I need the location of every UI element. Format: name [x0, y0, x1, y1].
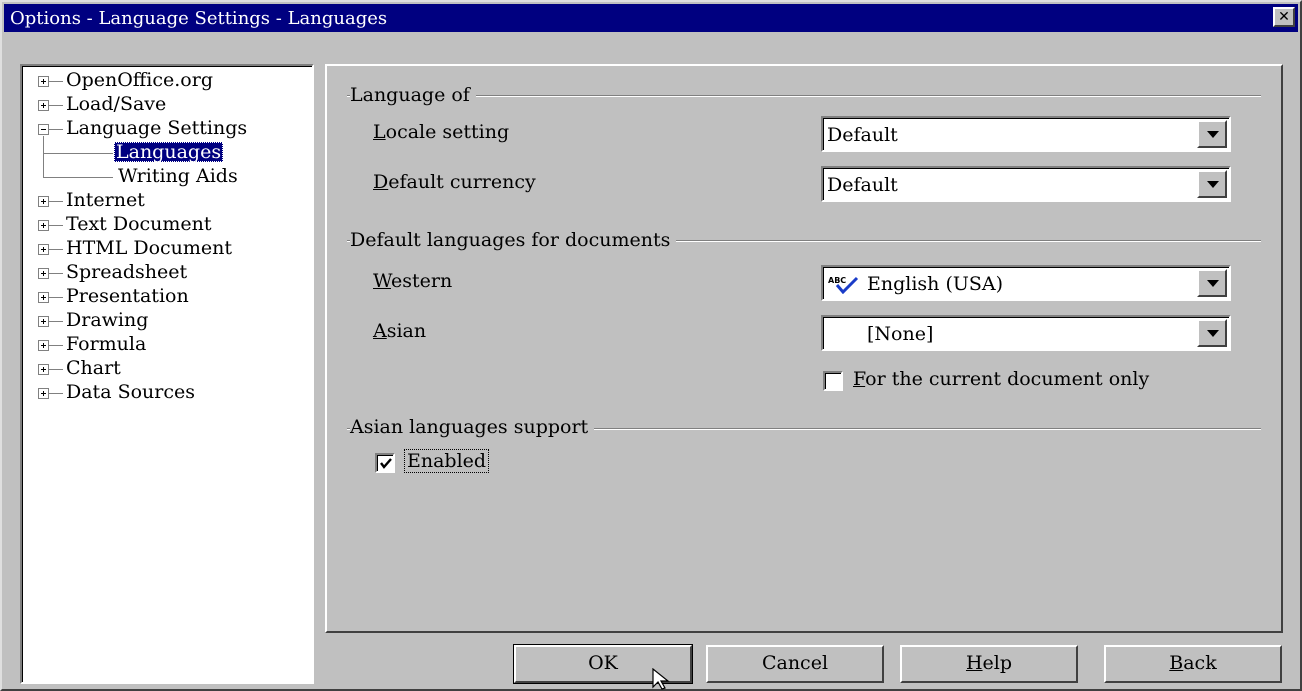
close-button[interactable]: ✕ [1273, 7, 1295, 27]
plus-box-icon[interactable] [38, 340, 49, 351]
title-bar: Options - Language Settings - Languages … [4, 4, 1298, 32]
svg-text:ABC: ABC [828, 276, 846, 285]
dropdown-arrow-icon[interactable] [1197, 170, 1227, 198]
plus-box-icon[interactable] [38, 76, 49, 87]
window-title: Options - Language Settings - Languages [10, 8, 388, 29]
dropdown-arrow-icon[interactable] [1197, 319, 1227, 347]
tree-item-languages[interactable]: Languages [22, 142, 312, 164]
tree-item-internet[interactable]: Internet [22, 190, 312, 212]
tree-item-label: Language Settings [66, 117, 248, 139]
help-button[interactable]: Help [900, 645, 1078, 683]
plus-box-icon[interactable] [38, 292, 49, 303]
tree-item-label: Data Sources [66, 381, 195, 403]
plus-box-icon[interactable] [38, 220, 49, 231]
plus-box-icon[interactable] [38, 244, 49, 255]
dropdown-arrow-icon[interactable] [1197, 269, 1227, 297]
plus-box-icon[interactable] [38, 100, 49, 111]
tree-item-label: Spreadsheet [66, 261, 188, 283]
plus-box-icon[interactable] [38, 364, 49, 375]
tree-item-label: Presentation [66, 285, 189, 307]
abc-check-icon: ABC [828, 276, 859, 294]
tree-item-label: Chart [66, 357, 121, 379]
tree-item-formula[interactable]: Formula [22, 334, 312, 356]
tree-item-data-sources[interactable]: Data Sources [22, 382, 312, 404]
back-button[interactable]: Back [1104, 645, 1282, 683]
minus-box-icon[interactable] [38, 124, 49, 135]
tree-item-html-document[interactable]: HTML Document [22, 238, 312, 260]
default-currency-select[interactable]: Default [821, 166, 1231, 202]
locale-setting-label: Locale setting [373, 121, 510, 143]
dropdown-arrow-icon[interactable] [1197, 120, 1227, 148]
tree-item-writing-aids[interactable]: Writing Aids [22, 166, 312, 188]
locale-setting-select[interactable]: Default [821, 116, 1231, 152]
tree-item-drawing[interactable]: Drawing [22, 310, 312, 332]
plus-box-icon[interactable] [38, 316, 49, 327]
tree-item-label: Formula [66, 333, 147, 355]
mouse-cursor-icon [652, 668, 670, 690]
tree-item-label: Load/Save [66, 93, 167, 115]
tree-item-label: Internet [66, 189, 145, 211]
asian-label: Asian [373, 320, 427, 342]
tree-item-chart[interactable]: Chart [22, 358, 312, 380]
tree-item-text-document[interactable]: Text Document [22, 214, 312, 236]
group-default-languages: Default languages for documents [350, 229, 677, 251]
western-language-value: English (USA) [867, 273, 1004, 295]
tree-item-spreadsheet[interactable]: Spreadsheet [22, 262, 312, 284]
tree-item-label: Writing Aids [118, 165, 238, 187]
default-currency-value: Default [827, 174, 898, 196]
options-tree[interactable]: OpenOffice.org Load/Save Language Settin… [20, 64, 314, 684]
plus-box-icon[interactable] [38, 268, 49, 279]
checkmark-icon [380, 458, 392, 469]
locale-setting-value: Default [827, 124, 898, 146]
current-document-only-label[interactable]: For the current document only [853, 368, 1149, 390]
tree-item-label: OpenOffice.org [66, 69, 213, 91]
plus-box-icon[interactable] [38, 388, 49, 399]
western-label: Western [373, 270, 453, 292]
group-language-of: Language of [350, 84, 476, 106]
default-currency-label: Default currency [373, 171, 536, 193]
group-asian-support: Asian languages support [350, 416, 595, 438]
tree-item-load-save[interactable]: Load/Save [22, 94, 312, 116]
tree-item-label: HTML Document [66, 237, 233, 259]
tree-item-label: Languages [114, 141, 224, 163]
tree-item-label: Text Document [66, 213, 212, 235]
asian-enabled-label[interactable]: Enabled [403, 449, 490, 473]
asian-enabled-checkbox[interactable] [375, 453, 395, 473]
tree-item-label: Drawing [66, 309, 149, 331]
tree-item-language-settings[interactable]: Language Settings [22, 118, 312, 140]
western-language-select[interactable]: ABC English (USA) [821, 265, 1231, 301]
cancel-button[interactable]: Cancel [706, 645, 884, 683]
tree-item-presentation[interactable]: Presentation [22, 286, 312, 308]
asian-language-value: [None] [867, 323, 934, 345]
tree-item-openoffice[interactable]: OpenOffice.org [22, 70, 312, 92]
settings-panel: Language of Locale setting Default Defau… [325, 64, 1283, 633]
current-document-only-checkbox[interactable] [823, 371, 843, 391]
asian-language-select[interactable]: [None] [821, 315, 1231, 351]
plus-box-icon[interactable] [38, 196, 49, 207]
